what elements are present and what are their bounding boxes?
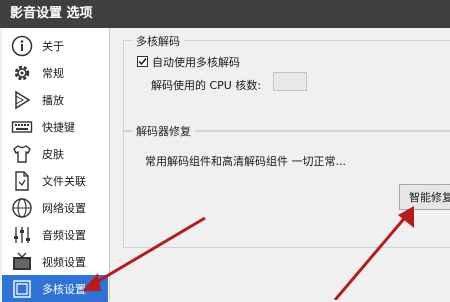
multicore-group-title: 多核解码 [132, 33, 184, 49]
settings-sidebar: 关于 常规 播放 快捷键 皮肤 文件关联 网络设置 音频设置 视频设置 多核设置 [2, 28, 110, 302]
cpu-cores-input[interactable] [273, 72, 307, 91]
sidebar-item-label: 视频设置 [42, 255, 86, 269]
settings-content: 多核解码 自动使用多核解码 解码使用的 CPU 核数: 解码器修复 常用解码组件… [112, 28, 450, 300]
smart-repair-label: 智能修复 [409, 191, 450, 204]
sidebar-item-label: 关于 [42, 39, 64, 53]
sidebar-item-multicore[interactable]: 多核设置 [2, 275, 108, 302]
auto-multicore-label: 自动使用多核解码 [152, 56, 240, 69]
network-icon [10, 196, 34, 220]
info-icon [10, 34, 34, 58]
gear-icon [10, 61, 34, 85]
cpu-cores-label: 解码使用的 CPU 核数: [151, 79, 262, 92]
multicore-icon [10, 277, 34, 301]
sidebar-item-label: 常规 [42, 66, 64, 80]
multicore-decode-group: 多核解码 自动使用多核解码 解码使用的 CPU 核数: [123, 33, 450, 132]
sidebar-item-label: 快捷键 [42, 120, 75, 134]
sidebar-item-video[interactable]: 视频设置 [2, 248, 108, 275]
window-title: 影音设置 选项 [10, 6, 93, 21]
sidebar-item-hotkeys[interactable]: 快捷键 [2, 113, 108, 140]
sidebar-item-general[interactable]: 常规 [2, 59, 108, 86]
sidebar-item-playback[interactable]: 播放 [2, 86, 108, 113]
play-icon [10, 88, 34, 112]
repair-group-title: 解码器修复 [132, 123, 195, 139]
decoder-repair-group: 解码器修复 常用解码组件和高清解码组件 一切正常... 智能修复 [123, 123, 450, 248]
audio-icon [10, 223, 34, 247]
auto-multicore-checkbox[interactable] [137, 56, 148, 67]
sidebar-item-file-association[interactable]: 文件关联 [2, 167, 108, 194]
sidebar-item-label: 多核设置 [42, 282, 86, 296]
window-title-bar: 影音设置 选项 [0, 0, 450, 28]
file-icon [10, 169, 34, 193]
sidebar-item-audio[interactable]: 音频设置 [2, 221, 108, 248]
sidebar-item-label: 音频设置 [42, 228, 86, 242]
tv-icon [10, 250, 34, 274]
sidebar-item-label: 播放 [42, 93, 64, 107]
sidebar-item-skin[interactable]: 皮肤 [2, 140, 108, 167]
sidebar-item-network[interactable]: 网络设置 [2, 194, 108, 221]
sidebar-item-about[interactable]: 关于 [2, 32, 108, 59]
sidebar-item-label: 网络设置 [42, 201, 86, 215]
keyboard-icon [10, 115, 34, 139]
shirt-icon [10, 142, 34, 166]
sidebar-item-label: 文件关联 [42, 174, 86, 188]
smart-repair-button[interactable]: 智能修复 [399, 184, 450, 210]
sidebar-item-label: 皮肤 [42, 147, 64, 161]
decoder-status-text: 常用解码组件和高清解码组件 一切正常... [145, 155, 346, 168]
